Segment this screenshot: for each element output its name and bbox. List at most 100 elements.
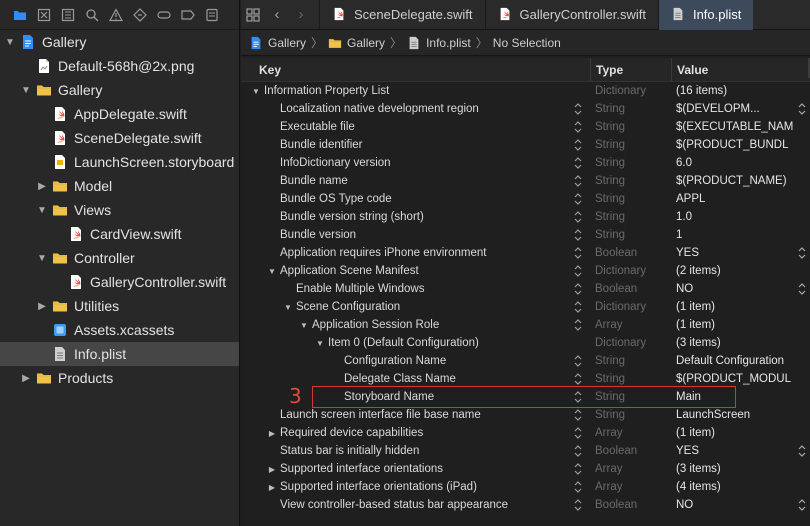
value-popup-icon[interactable] [798,282,806,296]
type-stepper-icon[interactable] [574,138,582,152]
plist-value[interactable]: APPL [676,193,705,205]
plist-row[interactable]: ▼ Application Scene Manifest Dictionary (2 … [241,262,810,280]
plist-type[interactable]: Array [590,424,671,442]
plist-key[interactable]: Enable Multiple Windows [296,283,424,295]
tree-item[interactable]: GalleryController.swift [0,270,239,294]
disclosure-open-icon[interactable]: ▼ [299,321,309,330]
plist-row[interactable]: ▶ Supported interface orientations Array (3… [241,460,810,478]
tree-item[interactable]: CardView.swift [0,222,239,246]
breadcrumb-item[interactable]: Gallery [328,36,385,50]
plist-type[interactable]: Boolean [590,244,671,262]
plist-type[interactable]: String [590,190,671,208]
tree-item[interactable]: SceneDelegate.swift [0,126,239,150]
type-stepper-icon[interactable] [574,120,582,134]
plist-row[interactable]: Localization native development region St… [241,100,810,118]
type-stepper-icon[interactable] [574,192,582,206]
disclosure-open-icon[interactable]: ▼ [36,246,48,270]
type-stepper-icon[interactable] [574,246,582,260]
type-stepper-icon[interactable] [574,462,582,476]
plist-row[interactable]: Configuration Name String Default Configur… [241,352,810,370]
folder-icon[interactable] [8,0,32,30]
plist-row[interactable]: Bundle version String 1 [241,226,810,244]
plist-type[interactable]: String [590,226,671,244]
plist-type[interactable]: String [590,118,671,136]
tree-item[interactable]: Assets.xcassets [0,318,239,342]
type-stepper-icon[interactable] [574,228,582,242]
plist-type[interactable]: Dictionary [590,334,671,352]
tree-item[interactable]: ▼ Gallery [0,78,239,102]
plist-key[interactable]: Delegate Class Name [344,373,456,385]
type-stepper-icon[interactable] [574,210,582,224]
plist-key[interactable]: Information Property List [264,85,389,97]
plist-key[interactable]: Scene Configuration [296,301,400,313]
tree-item[interactable]: ▼ Views [0,198,239,222]
plist-key[interactable]: Bundle identifier [280,139,362,151]
plist-row[interactable]: InfoDictionary version String 6.0 [241,154,810,172]
plist-type[interactable]: String [590,136,671,154]
plist-value[interactable]: $(EXECUTABLE_NAM [676,121,793,133]
tree-item[interactable]: ▶ Products [0,366,239,390]
plist-value[interactable]: $(DEVELOPM... [676,103,760,115]
test-icon[interactable] [128,0,152,30]
plist-value[interactable]: 1.0 [676,211,692,223]
disclosure-closed-icon[interactable]: ▶ [267,483,277,492]
plist-key[interactable]: View controller-based status bar appeara… [280,499,508,511]
plist-type[interactable]: Dictionary [590,82,671,100]
editor-tab[interactable]: GalleryController.swift [484,0,658,30]
type-stepper-icon[interactable] [574,426,582,440]
plist-row[interactable]: Status bar is initially hidden Boolean YES [241,442,810,460]
disclosure-closed-icon[interactable]: ▶ [36,294,48,318]
plist-type[interactable]: Array [590,460,671,478]
plist-key[interactable]: Bundle name [280,175,348,187]
search-icon[interactable] [80,0,104,30]
type-stepper-icon[interactable] [574,354,582,368]
plist-value[interactable]: YES [676,445,699,457]
plist-key[interactable]: Configuration Name [344,355,446,367]
plist-key[interactable]: Application Session Role [312,319,439,331]
plist-row[interactable]: ▶ Required device capabilities Array (1 ite… [241,424,810,442]
plist-key[interactable]: Launch screen interface file base name [280,409,481,421]
plist-type[interactable]: Array [590,478,671,496]
plist-value[interactable]: NO [676,499,693,511]
plist-row[interactable]: ▶ Supported interface orientations (iPad)… [241,478,810,496]
type-stepper-icon[interactable] [574,318,582,332]
type-stepper-icon[interactable] [574,498,582,512]
plist-row[interactable]: Bundle OS Type code String APPL [241,190,810,208]
type-stepper-icon[interactable] [574,102,582,116]
plist-key[interactable]: InfoDictionary version [280,157,391,169]
plist-type[interactable]: Boolean [590,496,671,514]
plist-value[interactable]: $(PRODUCT_BUNDL [676,139,788,151]
editor-tab[interactable]: SceneDelegate.swift [319,0,485,30]
debug-icon[interactable] [152,0,176,30]
plist-row[interactable]: ▼ Item 0 (Default Configuration) Dictionar… [241,334,810,352]
plist-value[interactable]: (1 item) [676,319,715,331]
plist-value[interactable]: Default Configuration [676,355,784,367]
plist-type[interactable]: Boolean [590,442,671,460]
tree-item[interactable]: Info.plist [0,342,239,366]
plist-type[interactable]: Dictionary [590,298,671,316]
breadcrumb-item[interactable]: Info.plist [407,36,471,50]
plist-row[interactable]: Bundle name String $(PRODUCT_NAME) [241,172,810,190]
plist-key[interactable]: Status bar is initially hidden [280,445,419,457]
plist-key[interactable]: Bundle version [280,229,356,241]
plist-key[interactable]: Supported interface orientations [280,463,443,475]
plist-row[interactable]: ▼ Information Property List Dictionary (16 … [241,82,810,100]
forward-chevron-icon[interactable]: › [289,0,313,30]
plist-type[interactable]: String [590,154,671,172]
disclosure-open-icon[interactable]: ▼ [4,30,16,54]
plist-value[interactable]: LaunchScreen [676,409,750,421]
plist-type[interactable]: Dictionary [590,262,671,280]
plist-value[interactable]: $(PRODUCT_NAME) [676,175,787,187]
breadcrumb-item[interactable]: Gallery [249,36,306,50]
back-chevron-icon[interactable]: ‹ [265,0,289,30]
plist-type[interactable]: String [590,208,671,226]
disclosure-open-icon[interactable]: ▼ [20,78,32,102]
plist-key[interactable]: Required device capabilities [280,427,423,439]
type-stepper-icon[interactable] [574,174,582,188]
plist-key[interactable]: Application requires iPhone environment [280,247,486,259]
plist-row[interactable]: Application requires iPhone environment B… [241,244,810,262]
type-stepper-icon[interactable] [574,282,582,296]
type-stepper-icon[interactable] [574,300,582,314]
report-icon[interactable] [200,0,224,30]
value-popup-icon[interactable] [798,102,806,116]
